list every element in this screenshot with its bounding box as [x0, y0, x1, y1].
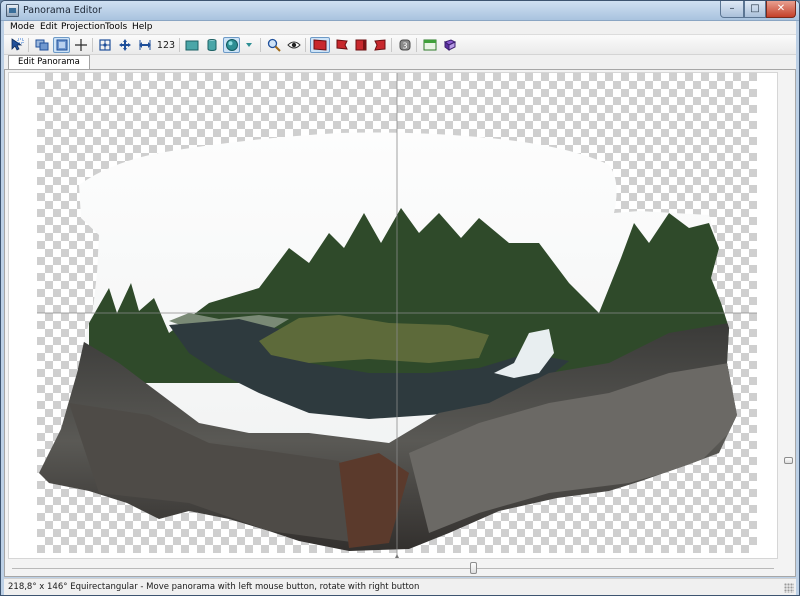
crosshair-icon [74, 39, 87, 51]
red-rect-button[interactable] [310, 37, 330, 53]
app-icon [6, 4, 19, 17]
window-title: Panorama Editor [23, 5, 102, 16]
panorama-image [37, 73, 757, 559]
panorama-editor-window: Panorama Editor – □ ✕ Mode Edit Projecti… [0, 0, 800, 596]
vertical-fov-slider[interactable] [781, 72, 795, 559]
close-icon: ✕ [776, 3, 786, 14]
image-outline-icon [56, 39, 67, 51]
title-bar[interactable]: Panorama Editor – □ ✕ [1, 1, 799, 21]
grid-button[interactable] [96, 37, 113, 53]
edit-panorama-panel [4, 69, 796, 577]
toolbar-separator [179, 38, 180, 52]
tab-strip: Edit Panorama [4, 55, 796, 70]
rectangular-projection-button[interactable] [183, 37, 200, 53]
horizontal-fov-slider[interactable] [8, 561, 778, 575]
zoom-icon [267, 38, 281, 52]
images-icon [35, 39, 48, 51]
book-icon [443, 39, 456, 51]
panels-icon [423, 39, 436, 51]
toolbar-separator [305, 38, 306, 52]
vertical-slider-thumb[interactable] [784, 457, 793, 464]
crosshair-button[interactable] [72, 37, 89, 53]
toolbar: 123 3 [4, 35, 796, 55]
status-bar: 218,8° x 146° Equirectangular - Move pan… [4, 578, 796, 595]
toolbar-separator [391, 38, 392, 52]
red-rect-icon [313, 39, 327, 51]
menu-mode[interactable]: Mode [10, 22, 35, 32]
status-text: 218,8° x 146° Equirectangular - Move pan… [8, 582, 420, 592]
eye-icon [286, 41, 301, 49]
preview-button[interactable] [285, 37, 302, 53]
stretch-icon [138, 40, 151, 50]
red-square-button[interactable] [352, 37, 369, 53]
spherical-projection-button[interactable] [223, 37, 240, 53]
toolbar-separator [260, 38, 261, 52]
info-3-button[interactable]: 3 [396, 37, 413, 53]
horizontal-slider-thumb[interactable] [470, 562, 477, 574]
cylindrical-projection-button[interactable] [203, 37, 220, 53]
menu-projection[interactable]: Projection [61, 22, 106, 32]
toolbar-separator [92, 38, 93, 52]
select-arrow-icon [11, 38, 23, 51]
stretch-button[interactable] [136, 37, 153, 53]
dropdown-icon [246, 43, 252, 47]
cylinder-projection-icon [207, 39, 216, 51]
red-flag-2-icon [373, 39, 385, 51]
menu-help[interactable]: Help [132, 22, 153, 32]
select-tool-button[interactable] [8, 37, 25, 53]
sphere-projection-icon [225, 39, 238, 51]
menu-bar: Mode Edit Projection Tools Help [4, 21, 796, 35]
center-marker-icon[interactable] [394, 554, 400, 559]
projection-dropdown[interactable] [243, 37, 255, 53]
move-icon [118, 39, 131, 51]
book-button[interactable] [441, 37, 458, 53]
menu-edit[interactable]: Edit [40, 22, 57, 32]
panels-button[interactable] [421, 37, 438, 53]
tab-edit-panorama[interactable]: Edit Panorama [8, 55, 90, 70]
panorama-preview[interactable] [8, 72, 778, 559]
grid-icon [98, 39, 111, 51]
red-flag-button[interactable] [333, 37, 350, 53]
info-3-icon: 3 [399, 39, 410, 51]
svg-text:3: 3 [402, 42, 407, 51]
toolbar-separator [416, 38, 417, 52]
minimize-button[interactable]: – [720, 1, 744, 18]
close-button[interactable]: ✕ [766, 1, 796, 18]
move-button[interactable] [116, 37, 133, 53]
resize-grip-icon[interactable] [784, 583, 794, 593]
red-flag-2-button[interactable] [371, 37, 388, 53]
zoom-button[interactable] [265, 37, 282, 53]
horizontal-slider-track [12, 568, 774, 569]
maximize-icon: □ [750, 3, 760, 14]
maximize-button[interactable]: □ [744, 1, 766, 18]
image-mode[interactable] [53, 37, 70, 53]
number-123-icon[interactable]: 123 [156, 37, 176, 53]
red-square-icon [355, 39, 366, 51]
rectangle-projection-icon [185, 40, 198, 51]
select-images-tool[interactable] [33, 37, 50, 53]
menu-tools[interactable]: Tools [105, 22, 127, 32]
red-flag-icon [336, 39, 348, 50]
toolbar-separator [28, 38, 29, 52]
minimize-icon: – [729, 3, 735, 14]
